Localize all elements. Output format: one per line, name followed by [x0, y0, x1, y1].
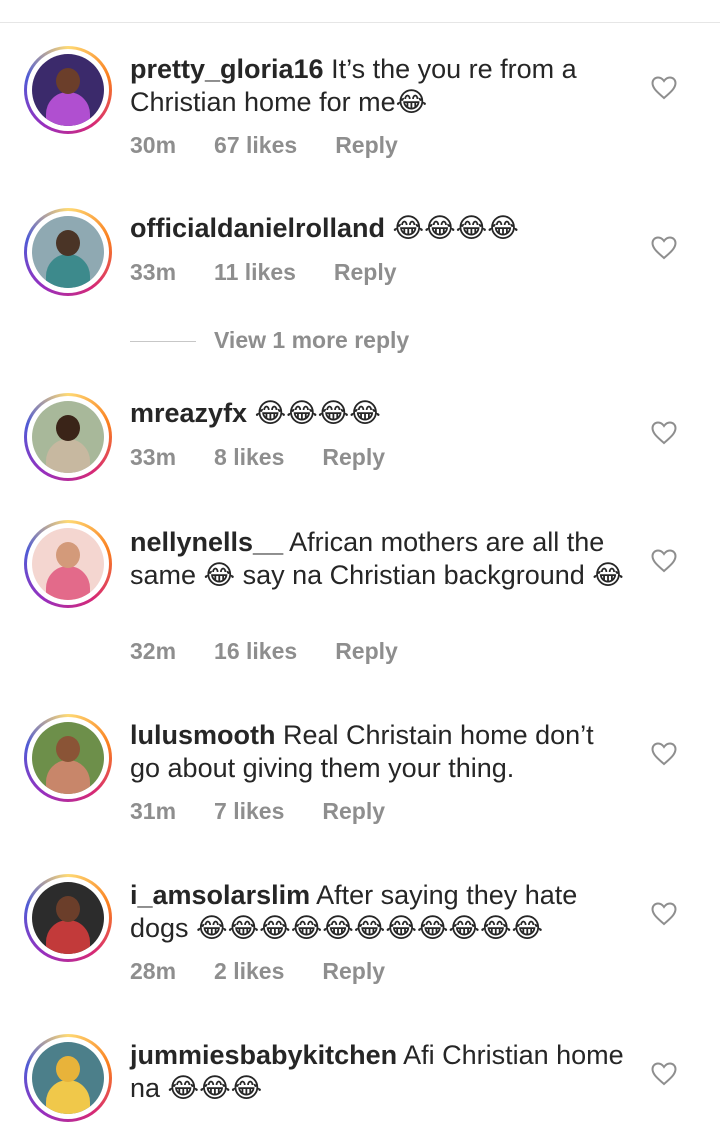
- comment-text: nellynells__ African mothers are all the…: [130, 526, 630, 592]
- comment-username[interactable]: jummiesbabykitchen: [130, 1040, 397, 1070]
- comment-text: officialdanielrolland 😂😂😂😂: [130, 212, 630, 245]
- comment-text: i_amsolarslim After saying they hate dog…: [130, 879, 630, 945]
- reply-button[interactable]: Reply: [322, 958, 385, 985]
- reply-button[interactable]: Reply: [334, 259, 397, 286]
- reply-button[interactable]: Reply: [322, 798, 385, 825]
- comment-time: 30m: [130, 132, 177, 158]
- view-more-divider: [130, 341, 196, 343]
- reply-button[interactable]: Reply: [322, 444, 385, 471]
- avatar[interactable]: [24, 46, 112, 134]
- comment-username[interactable]: lulusmooth: [130, 720, 275, 750]
- comment-text: lulusmooth Real Christain home don’t go …: [130, 719, 630, 785]
- comment-meta: 33m 11 likes Reply: [130, 259, 435, 286]
- comment-body: 😂😂😂😂: [247, 398, 381, 428]
- comment-likes[interactable]: 2 likes: [214, 958, 284, 985]
- heart-icon[interactable]: [651, 76, 677, 100]
- heart-icon[interactable]: [651, 549, 677, 573]
- heart-icon[interactable]: [651, 1062, 677, 1086]
- avatar[interactable]: [24, 1034, 112, 1122]
- comment-likes[interactable]: 7 likes: [214, 798, 284, 825]
- avatar[interactable]: [24, 393, 112, 481]
- heart-icon[interactable]: [651, 742, 677, 766]
- comment-likes[interactable]: 67 likes: [214, 132, 297, 159]
- comment-username[interactable]: i_amsolarslim: [130, 880, 310, 910]
- comment-username[interactable]: mreazyfx: [130, 398, 247, 428]
- reply-button[interactable]: Reply: [335, 638, 398, 665]
- comment-time: 28m: [130, 958, 177, 984]
- comment-meta: 28m 2 likes Reply: [130, 958, 423, 985]
- comment-username[interactable]: nellynells__: [130, 527, 283, 557]
- comment-text: pretty_gloria16 It’s the you re from a C…: [130, 53, 630, 119]
- avatar[interactable]: [24, 714, 112, 802]
- comment-text: jummiesbabykitchen Afi Christian home na…: [130, 1039, 630, 1105]
- view-more-label[interactable]: View 1 more reply: [214, 327, 409, 353]
- heart-icon[interactable]: [651, 902, 677, 926]
- comment-likes[interactable]: 11 likes: [214, 259, 296, 286]
- comment-body: 😂😂😂😂: [385, 213, 519, 243]
- avatar[interactable]: [24, 520, 112, 608]
- heart-icon[interactable]: [651, 236, 677, 260]
- comment-meta: 33m 8 likes Reply: [130, 444, 423, 471]
- comment-time: 33m: [130, 444, 177, 470]
- avatar[interactable]: [24, 874, 112, 962]
- avatar[interactable]: [24, 208, 112, 296]
- comment-time: 33m: [130, 259, 177, 285]
- comment-username[interactable]: pretty_gloria16: [130, 54, 324, 84]
- view-more-replies[interactable]: View 1 more reply: [130, 327, 409, 354]
- comment-likes[interactable]: 8 likes: [214, 444, 284, 471]
- comment-likes[interactable]: 16 likes: [214, 638, 297, 665]
- comment-username[interactable]: officialdanielrolland: [130, 213, 385, 243]
- reply-button[interactable]: Reply: [335, 132, 398, 159]
- comment-meta: 31m 7 likes Reply: [130, 798, 423, 825]
- comment-text: mreazyfx 😂😂😂😂: [130, 397, 630, 430]
- comment-time: 32m: [130, 638, 177, 664]
- top-divider: [0, 22, 720, 23]
- comment-meta: 32m 16 likes Reply: [130, 638, 436, 665]
- heart-icon[interactable]: [651, 421, 677, 445]
- comment-time: 31m: [130, 798, 177, 824]
- comment-meta: 30m 67 likes Reply: [130, 132, 436, 159]
